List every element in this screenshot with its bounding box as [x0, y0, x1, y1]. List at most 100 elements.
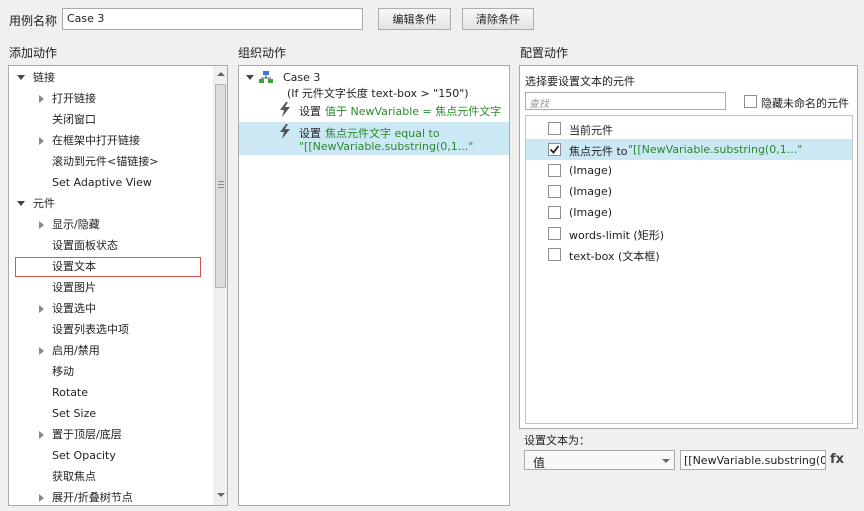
tree-item[interactable]: 打开链接 — [9, 88, 209, 109]
tree-item-label: 在框架中打开链接 — [52, 134, 140, 147]
collapsed-arrow-icon[interactable] — [39, 221, 44, 229]
action-prefix: 设置 — [299, 105, 321, 118]
widget-row[interactable]: text-box (文本框) — [526, 244, 852, 265]
widget-label: words-limit (矩形) — [569, 229, 665, 242]
tree-item-label: Set Adaptive View — [52, 176, 152, 189]
checkmark-icon — [549, 145, 560, 154]
tree-item-label: 设置选中 — [52, 302, 96, 315]
tree-item[interactable]: 关闭窗口 — [9, 109, 209, 130]
chevron-down-icon — [662, 459, 670, 463]
tree-item-label: 设置图片 — [52, 281, 96, 294]
add-actions-scrollbar[interactable] — [213, 66, 227, 505]
fx-button[interactable]: fx — [830, 452, 844, 467]
widget-row[interactable]: (Image) — [526, 160, 852, 181]
lightning-icon — [280, 102, 290, 117]
widget-label: text-box (文本框) — [569, 250, 660, 263]
scroll-down-arrow-icon[interactable] — [217, 493, 225, 497]
tree-item-label: Set Opacity — [52, 449, 116, 462]
widget-row[interactable]: 当前元件 — [526, 118, 852, 139]
expand-arrow-icon[interactable] — [17, 201, 25, 206]
tree-item[interactable]: 设置选中 — [9, 298, 209, 319]
collapsed-arrow-icon[interactable] — [39, 95, 44, 103]
widget-label: 焦点元件 to — [569, 145, 628, 158]
widget-value: "[[NewVariable.substring(0,1..." — [628, 143, 803, 156]
tree-item[interactable]: Rotate — [9, 382, 209, 403]
scroll-up-arrow-icon[interactable] — [217, 72, 225, 76]
tree-item[interactable]: 显示/隐藏 — [9, 214, 209, 235]
tree-item-label: 链接 — [33, 71, 55, 84]
scroll-thumb[interactable] — [215, 84, 226, 288]
tree-item[interactable]: 展开/折叠树节点 — [9, 487, 209, 505]
tree-item[interactable]: Set Adaptive View — [9, 172, 209, 193]
collapsed-arrow-icon[interactable] — [39, 305, 44, 313]
tree-item[interactable]: 启用/禁用 — [9, 340, 209, 361]
tree-item[interactable]: 在框架中打开链接 — [9, 130, 209, 151]
collapsed-arrow-icon[interactable] — [39, 137, 44, 145]
tree-item-label: 启用/禁用 — [52, 344, 100, 357]
action-row[interactable]: 设置 值于 NewVariable = 焦点元件文字 — [275, 100, 509, 120]
widget-label: (Image) — [569, 185, 613, 198]
tree-item-label: 设置面板状态 — [52, 239, 118, 252]
tree-item[interactable]: 元件 — [9, 193, 209, 214]
tree-item-label: 展开/折叠树节点 — [52, 491, 133, 504]
tree-item-label: Set Size — [52, 407, 97, 420]
case-name-label: 用例名称 — [9, 14, 58, 28]
widget-checkbox[interactable] — [548, 164, 561, 177]
widget-checkbox[interactable] — [548, 248, 561, 261]
widget-row[interactable]: (Image) — [526, 181, 852, 202]
case-label[interactable]: Case 3 — [283, 71, 320, 84]
action-prefix: 设置 — [299, 127, 321, 140]
widget-row[interactable]: (Image) — [526, 202, 852, 223]
add-actions-title: 添加动作 — [9, 46, 58, 60]
expand-arrow-icon[interactable] — [17, 75, 25, 80]
search-input[interactable]: 查找 — [525, 92, 726, 110]
case-collapse-icon[interactable] — [246, 75, 254, 80]
hide-unnamed-checkbox[interactable] — [744, 95, 757, 108]
tree-item[interactable]: 设置面板状态 — [9, 235, 209, 256]
tree-item-label: 置于顶层/底层 — [52, 428, 122, 441]
tree-item-label: 关闭窗口 — [52, 113, 96, 126]
edit-condition-button[interactable]: 编辑条件 — [378, 8, 451, 30]
widget-checkbox[interactable] — [548, 227, 561, 240]
collapsed-arrow-icon[interactable] — [39, 431, 44, 439]
widget-row[interactable]: words-limit (矩形) — [526, 223, 852, 244]
clear-condition-button[interactable]: 清除条件 — [462, 8, 534, 30]
widgets-list: 当前元件焦点元件 to "[[NewVariable.substring(0,1.… — [525, 115, 853, 424]
collapsed-arrow-icon[interactable] — [39, 347, 44, 355]
widget-checkbox[interactable] — [548, 206, 561, 219]
widget-checkbox[interactable] — [548, 122, 561, 135]
tree-item-label: 设置列表选中项 — [52, 323, 129, 336]
widget-checkbox[interactable] — [548, 143, 561, 156]
widget-label: 当前元件 — [569, 124, 613, 137]
tree-item[interactable]: 置于顶层/底层 — [9, 424, 209, 445]
tree-item[interactable]: Set Size — [9, 403, 209, 424]
value-type-selected: 值 — [533, 456, 546, 470]
tree-item[interactable]: 链接 — [9, 67, 209, 88]
widget-row[interactable]: 焦点元件 to "[[NewVariable.substring(0,1..." — [526, 139, 852, 160]
tree-item-label: Rotate — [52, 386, 89, 399]
tree-item[interactable]: 获取焦点 — [9, 466, 209, 487]
grip-icon — [218, 181, 224, 188]
action-row-selected[interactable]: 设置 焦点元件文字 equal to "[[NewVariable.substr… — [239, 122, 509, 155]
select-widgets-label: 选择要设置文本的元件 — [525, 75, 635, 88]
collapsed-arrow-icon[interactable] — [39, 494, 44, 502]
set-text-label: 设置文本为： — [524, 434, 590, 447]
action-detail: 值于 NewVariable = 焦点元件文字 — [325, 105, 502, 118]
case-name-input[interactable]: Case 3 — [62, 8, 363, 30]
value-expression-input[interactable]: [[NewVariable.substring(0,15 — [680, 450, 826, 470]
tree-item[interactable]: 设置图片 — [9, 277, 209, 298]
add-actions-panel: 链接打开链接关闭窗口在框架中打开链接滚动到元件<锚链接> Set Adaptive… — [8, 65, 228, 506]
action-detail-continued: "[[NewVariable.substring(0,1..." — [299, 140, 474, 153]
widget-checkbox[interactable] — [548, 185, 561, 198]
widget-label: (Image) — [569, 206, 613, 219]
configure-actions-panel: 选择要设置文本的元件 查找 隐藏未命名的元件 当前元件 焦点元件 to "[[New… — [519, 65, 858, 429]
tree-item[interactable]: 设置列表选中项 — [9, 319, 209, 340]
tree-item[interactable]: 移动 — [9, 361, 209, 382]
set-text-highlight-box — [15, 257, 201, 277]
tree-item-label: 显示/隐藏 — [52, 218, 100, 231]
value-type-select[interactable]: 值 — [524, 450, 675, 470]
tree-item[interactable]: 滚动到元件<锚链接> — [9, 151, 209, 172]
widget-label: (Image) — [569, 164, 613, 177]
tree-item[interactable]: Set Opacity — [9, 445, 209, 466]
case-condition: (If 元件文字长度 text-box > "150") — [287, 87, 469, 100]
